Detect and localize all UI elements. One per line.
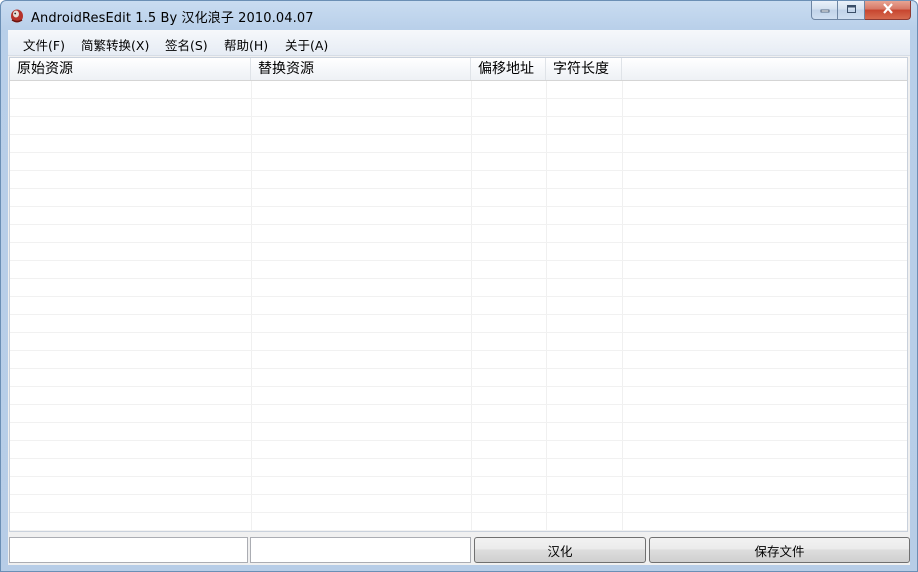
table-row[interactable] [10, 459, 907, 477]
menu-convert[interactable]: 简繁转换(X) [81, 35, 149, 54]
title-bar[interactable]: AndroidResEdit 1.5 By 汉化浪子 2010.04.07 [1, 1, 917, 29]
table-row[interactable] [10, 243, 907, 261]
table-row[interactable] [10, 495, 907, 513]
table-row[interactable] [10, 81, 907, 99]
table-row[interactable] [10, 99, 907, 117]
table-row[interactable] [10, 423, 907, 441]
table-row[interactable] [10, 189, 907, 207]
menu-file[interactable]: 文件(F) [23, 35, 65, 54]
close-button[interactable] [865, 1, 911, 20]
table-row[interactable] [10, 171, 907, 189]
list-header: 原始资源 替换资源 偏移地址 字符长度 [10, 58, 907, 81]
table-row[interactable] [10, 297, 907, 315]
maximize-button[interactable] [838, 1, 865, 20]
table-row[interactable] [10, 477, 907, 495]
minimize-icon [820, 3, 830, 18]
menu-sign[interactable]: 签名(S) [165, 35, 208, 54]
save-file-button[interactable]: 保存文件 [649, 537, 910, 563]
close-icon [882, 2, 894, 18]
client-area: 文件(F) 简繁转换(X) 签名(S) 帮助(H) 关于(A) 原始资源 替换资… [8, 30, 910, 565]
table-row[interactable] [10, 333, 907, 351]
app-window: AndroidResEdit 1.5 By 汉化浪子 2010.04.07 文件… [0, 0, 918, 572]
table-row[interactable] [10, 513, 907, 531]
table-row[interactable] [10, 369, 907, 387]
menu-help[interactable]: 帮助(H) [224, 35, 268, 54]
replacement-text-input[interactable] [250, 537, 471, 563]
table-row[interactable] [10, 387, 907, 405]
localize-button[interactable]: 汉化 [474, 537, 646, 563]
table-row[interactable] [10, 207, 907, 225]
table-row[interactable] [10, 441, 907, 459]
table-row[interactable] [10, 315, 907, 333]
table-row[interactable] [10, 225, 907, 243]
column-header-offset[interactable]: 偏移地址 [471, 58, 546, 80]
app-logo-icon [9, 7, 25, 23]
menu-about[interactable]: 关于(A) [285, 35, 328, 54]
bottom-bar: 汉化 保存文件 [8, 536, 910, 565]
list-body [10, 81, 907, 531]
maximize-icon [846, 3, 857, 18]
minimize-button[interactable] [811, 1, 838, 20]
resource-list[interactable]: 原始资源 替换资源 偏移地址 字符长度 [9, 57, 908, 532]
table-row[interactable] [10, 117, 907, 135]
original-text-input[interactable] [9, 537, 248, 563]
column-header-original[interactable]: 原始资源 [10, 58, 251, 80]
column-header-replacement[interactable]: 替换资源 [251, 58, 471, 80]
table-row[interactable] [10, 351, 907, 369]
column-header-length[interactable]: 字符长度 [546, 58, 622, 80]
table-row[interactable] [10, 261, 907, 279]
caption-buttons [811, 1, 911, 21]
window-title: AndroidResEdit 1.5 By 汉化浪子 2010.04.07 [31, 11, 314, 26]
table-row[interactable] [10, 153, 907, 171]
menu-bar: 文件(F) 简繁转换(X) 签名(S) 帮助(H) 关于(A) [8, 30, 910, 56]
table-row[interactable] [10, 135, 907, 153]
table-row[interactable] [10, 405, 907, 423]
table-row[interactable] [10, 279, 907, 297]
